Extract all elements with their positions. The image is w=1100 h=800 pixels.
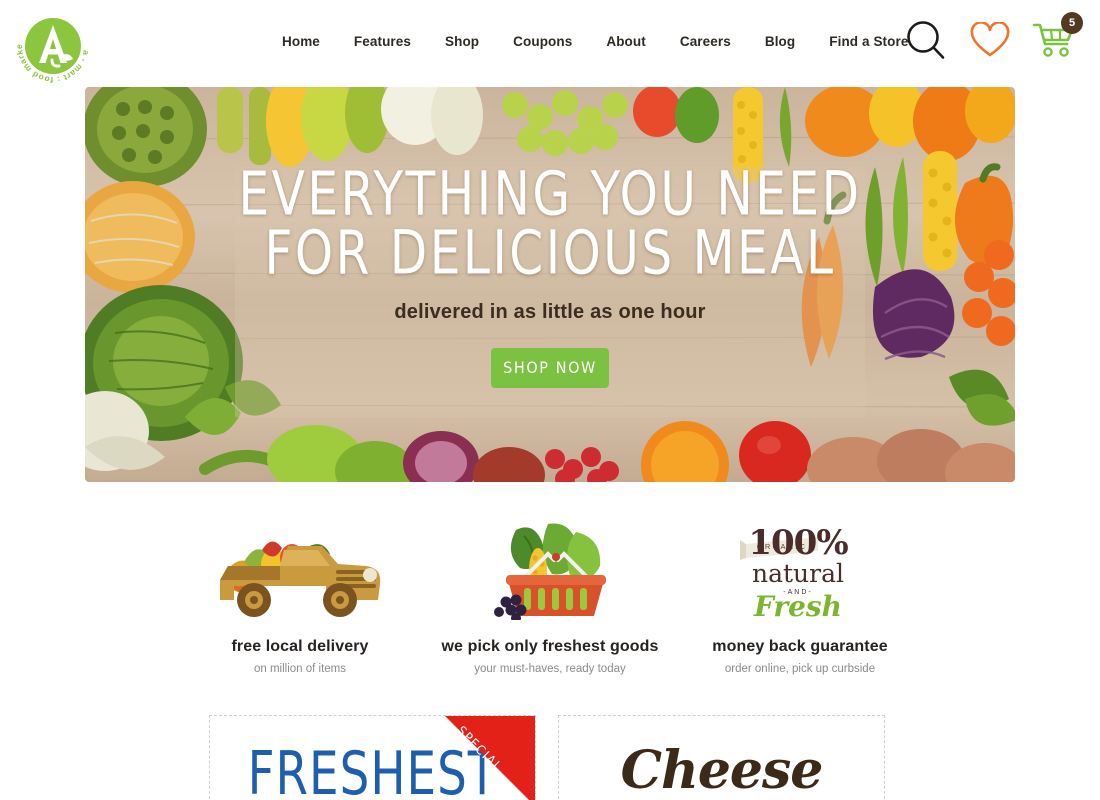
hero-banner: EVERYTHING YOU NEED FOR DELICIOUS MEAL d… <box>85 87 1015 482</box>
special-ribbon: SPECIAL <box>445 716 535 800</box>
feature-subtitle: order online, pick up curbside <box>724 663 876 675</box>
wishlist-button[interactable] <box>970 22 1010 58</box>
nav-item-home[interactable]: Home <box>265 34 337 49</box>
hero-title-line2: FOR DELICIOUS MEAL <box>264 217 836 289</box>
site-header: a - mart : food market Home Features Sho… <box>0 0 1100 87</box>
page-root: a - mart : food market Home Features Sho… <box>0 0 1100 800</box>
promo-card-cheese[interactable]: Cheese best in town <box>558 715 885 800</box>
cart-button[interactable]: 5 <box>1032 12 1083 60</box>
feature-subtitle: on million of items <box>253 663 347 675</box>
cart-count-badge: 5 <box>1061 12 1083 34</box>
feature-art: ORGANIC 100% natural -AND- Fresh <box>740 520 860 620</box>
main-navigation: Home Features Shop Coupons About Careers… <box>265 34 925 49</box>
delivery-truck-icon <box>219 541 380 617</box>
feature-title: we pick only freshest goods <box>441 638 659 655</box>
svg-text:natural: natural <box>752 559 844 588</box>
svg-text:Fresh: Fresh <box>753 590 842 620</box>
nav-item-blog[interactable]: Blog <box>748 34 812 49</box>
promo-card-content: Cheese best in town <box>559 716 884 800</box>
feature-title: money back guarantee <box>712 638 888 655</box>
organic-natural-fresh-badge-icon: ORGANIC 100% natural -AND- Fresh <box>740 523 849 620</box>
svg-text:100%: 100% <box>748 523 848 563</box>
hero-content: EVERYTHING YOU NEED FOR DELICIOUS MEAL d… <box>85 87 1015 482</box>
feature-money-back-guarantee: ORGANIC 100% natural -AND- Fresh money b… <box>680 520 920 675</box>
nav-item-careers[interactable]: Careers <box>663 34 748 49</box>
site-logo[interactable]: a - mart : food market <box>6 0 98 85</box>
feature-art <box>218 520 383 620</box>
feature-freshest-goods: we pick only freshest goods your must-ha… <box>430 520 670 675</box>
promo-card-title: Cheese <box>620 740 824 800</box>
heart-icon <box>970 22 1010 57</box>
features-section: free local delivery on million of items <box>180 520 920 675</box>
promo-card-freshest[interactable]: FRESHEST SPECIAL <box>209 715 536 800</box>
nav-item-coupons[interactable]: Coupons <box>496 34 589 49</box>
feature-subtitle: your must-haves, ready today <box>474 663 626 675</box>
shop-now-button[interactable]: SHOP NOW <box>491 347 609 388</box>
search-button[interactable] <box>904 18 948 62</box>
search-icon <box>907 21 945 59</box>
feature-art <box>490 520 610 620</box>
nav-item-about[interactable]: About <box>589 34 662 49</box>
hero-title: EVERYTHING YOU NEED FOR DELICIOUS MEAL <box>238 163 861 289</box>
feature-title: free local delivery <box>231 638 369 655</box>
logo-icon: a - mart : food market <box>6 0 91 85</box>
nav-item-shop[interactable]: Shop <box>428 34 496 49</box>
nav-item-features[interactable]: Features <box>337 34 428 49</box>
promo-cards-section: FRESHEST SPECIAL Cheese best in town <box>209 715 885 800</box>
grocery-basket-icon <box>494 523 606 620</box>
header-actions: 5 <box>904 12 1083 62</box>
hero-subtitle: delivered in as little as one hour <box>394 300 706 323</box>
feature-free-local-delivery: free local delivery on million of items <box>180 520 420 675</box>
